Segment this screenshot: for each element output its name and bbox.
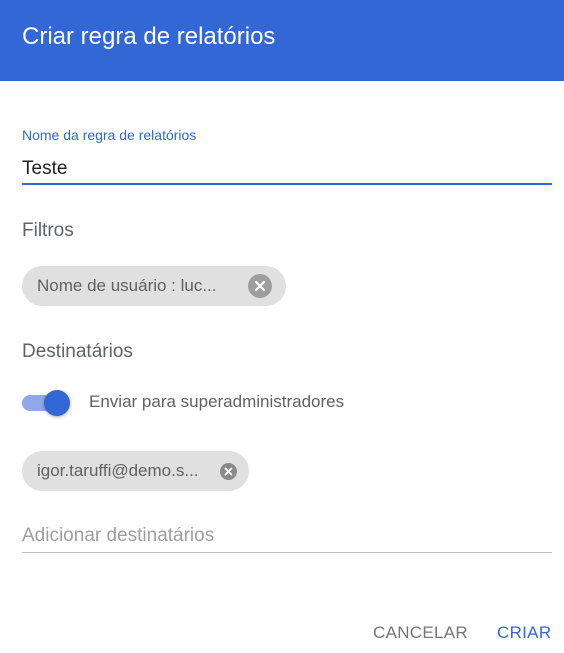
create-button[interactable]: CRIAR (497, 622, 551, 644)
rule-name-input[interactable] (22, 155, 552, 185)
filters-title: Filtros (22, 220, 74, 241)
superadmin-toggle-label: Enviar para superadministradores (89, 392, 345, 411)
cancel-button[interactable]: CANCELAR (373, 622, 468, 644)
dialog-header: Criar regra de relatórios (0, 0, 564, 81)
rule-name-label: Nome da regra de relatórios (22, 127, 197, 143)
recipient-chip[interactable]: igor.taruffi@demo.s... (22, 451, 249, 491)
filter-chip-label: Nome de usuário : luc... (37, 276, 217, 295)
toggle-knob (44, 390, 70, 416)
superadmin-toggle[interactable] (22, 390, 70, 416)
close-circle-icon[interactable] (248, 274, 272, 298)
close-x-glyph (224, 467, 233, 476)
close-circle-icon[interactable] (220, 463, 237, 480)
recipients-title: Destinatários (22, 341, 133, 362)
filter-chip[interactable]: Nome de usuário : luc... (22, 266, 286, 306)
add-recipients-input[interactable] (22, 520, 552, 553)
recipient-chip-label: igor.taruffi@demo.s... (37, 461, 199, 480)
dialog-title: Criar regra de relatórios (22, 23, 276, 50)
close-x-glyph (254, 280, 266, 292)
